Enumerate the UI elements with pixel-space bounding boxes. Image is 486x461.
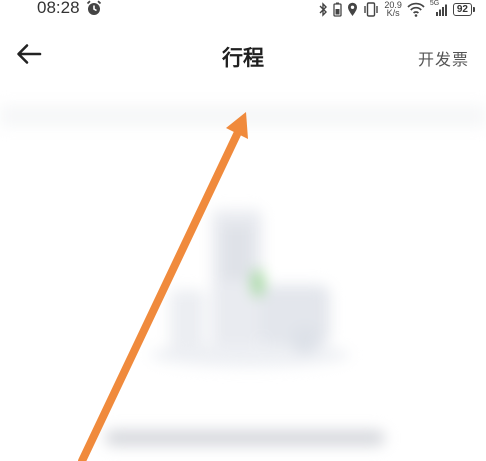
battery-saver-icon (333, 2, 342, 17)
page-title: 行程 (222, 46, 264, 70)
network-speed-unit: K/s (386, 8, 400, 18)
trip-content-area (0, 95, 486, 461)
alarm-icon (86, 0, 102, 15)
vibrate-icon (364, 1, 379, 17)
signal-icon: 5G (430, 0, 448, 17)
invoice-button[interactable]: 开发票 (418, 46, 469, 70)
status-time: 08:28 (37, 0, 80, 17)
location-icon (348, 2, 358, 16)
status-bar: 08:28 20.9 K/s 5G 92 (0, 0, 486, 22)
battery-indicator: 92 (452, 2, 476, 16)
wifi-icon (407, 2, 425, 17)
filter-bar (0, 105, 486, 127)
empty-state-illustration (150, 210, 350, 367)
top-nav-bar: 行程 开发票 (0, 30, 486, 82)
network-speed: 20.9 K/s (384, 1, 402, 18)
empty-state-text (105, 430, 385, 446)
bluetooth-icon (319, 1, 328, 17)
